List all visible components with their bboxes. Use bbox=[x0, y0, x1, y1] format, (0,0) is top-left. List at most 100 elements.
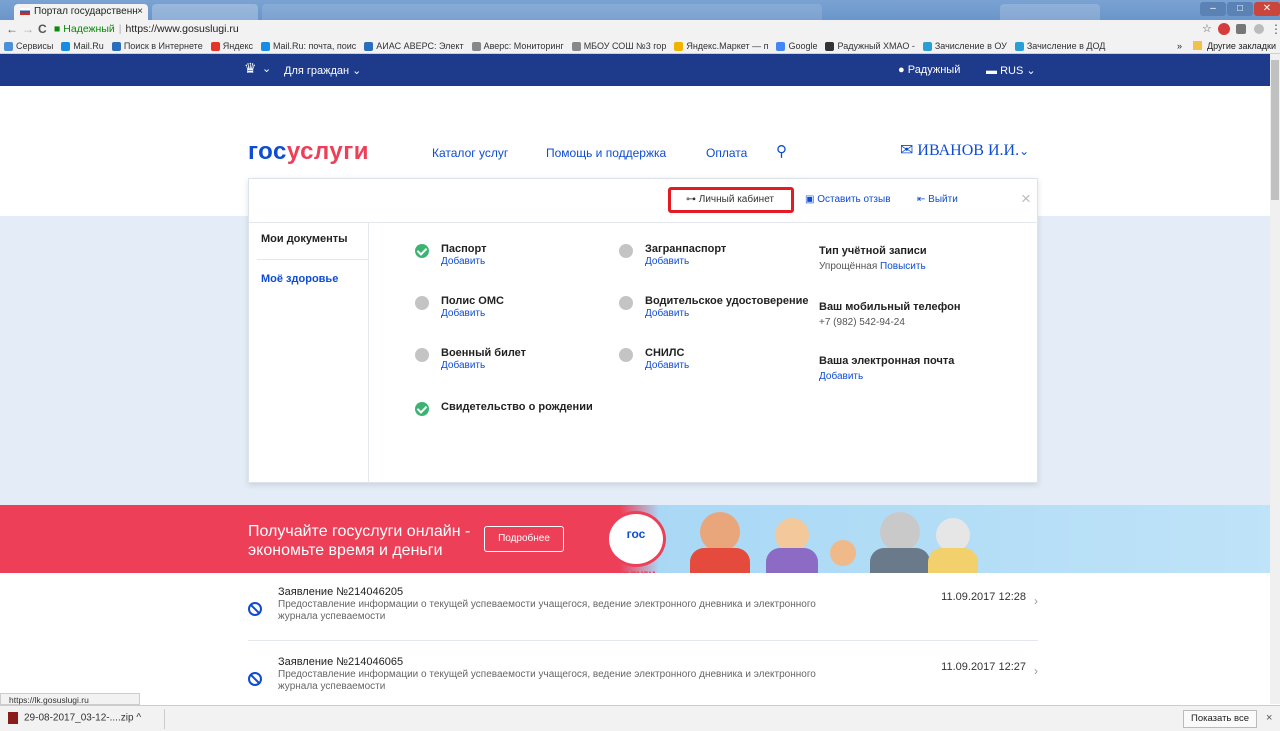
downloads-close-icon[interactable]: × bbox=[1266, 712, 1272, 724]
add-link[interactable]: Добавить bbox=[645, 256, 689, 267]
panel-close-icon[interactable]: × bbox=[1021, 189, 1031, 209]
chevron-right-icon[interactable]: › bbox=[1034, 594, 1038, 608]
person-illustration bbox=[870, 548, 930, 573]
browser-tab-inactive[interactable] bbox=[152, 4, 258, 20]
menu-icon[interactable]: ⋮ bbox=[1270, 20, 1280, 38]
status-dot-icon bbox=[619, 348, 633, 362]
minimize-icon[interactable]: – bbox=[1200, 2, 1226, 16]
archive-icon bbox=[8, 712, 18, 724]
phone-label: Ваш мобильный телефон bbox=[819, 301, 961, 313]
leave-feedback-link[interactable]: ▣ Оставить отзыв bbox=[805, 194, 891, 205]
chevron-down-icon[interactable]: ⌄ bbox=[262, 62, 271, 75]
bookmark-item[interactable]: Поиск в Интернете bbox=[111, 38, 203, 53]
upgrade-link[interactable]: Повысить bbox=[880, 261, 926, 272]
folder-icon bbox=[1192, 41, 1202, 50]
status-dot-icon bbox=[415, 348, 429, 362]
chevron-down-icon: ⌄ bbox=[1019, 144, 1030, 158]
extension-icon[interactable] bbox=[1254, 24, 1264, 34]
language-selector[interactable]: ▬ RUS ⌄ bbox=[986, 64, 1036, 77]
bookmark-item[interactable]: Яндекс.Маркет — п bbox=[674, 38, 768, 53]
bookmarks-right: » Другие закладки bbox=[1177, 38, 1276, 53]
lock-icon: ■ bbox=[54, 23, 61, 35]
scrollbar-thumb[interactable] bbox=[1271, 60, 1279, 200]
search-icon[interactable]: ⚲ bbox=[776, 142, 787, 160]
add-link[interactable]: Добавить bbox=[645, 308, 689, 319]
bookmark-item[interactable]: Яндекс bbox=[210, 38, 253, 53]
application-row[interactable]: Заявление №214046205 Предоставление инфо… bbox=[248, 586, 1038, 646]
person-illustration bbox=[830, 540, 856, 566]
application-date: 11.09.2017 12:28 bbox=[941, 591, 1026, 603]
phone-value: +7 (982) 542-94-24 bbox=[819, 317, 905, 328]
add-link[interactable]: Добавить bbox=[441, 256, 485, 267]
address-bar: ← → C ■ Надежный | https://www.gosuslugi.r… bbox=[0, 20, 1280, 38]
bookmark-item[interactable]: Mail.Ru: почта, поис bbox=[260, 38, 356, 53]
url-text: https://www.gosuslugi.ru bbox=[125, 23, 239, 35]
doc-name: Военный билет bbox=[441, 347, 527, 359]
application-desc: Предоставление информации о текущей успе… bbox=[278, 669, 816, 692]
nav-help[interactable]: Помощь и поддержка bbox=[546, 146, 666, 160]
browser-tab-inactive[interactable] bbox=[1000, 4, 1100, 20]
sidebar-item-health[interactable]: Моё здоровье bbox=[261, 273, 338, 285]
chevron-right-icon[interactable]: › bbox=[1034, 664, 1038, 678]
person-illustration bbox=[700, 512, 740, 552]
browser-tab[interactable]: Портал государственн × bbox=[14, 4, 148, 20]
other-bookmarks[interactable]: Другие закладки bbox=[1207, 41, 1276, 51]
for-citizens-menu[interactable]: Для граждан ⌄ bbox=[284, 64, 361, 77]
maximize-icon[interactable]: □ bbox=[1227, 2, 1253, 16]
extension-icon[interactable] bbox=[1236, 24, 1246, 34]
person-illustration bbox=[928, 548, 978, 573]
show-all-button[interactable]: Показать все bbox=[1183, 710, 1257, 728]
location-selector[interactable]: ● Радужный bbox=[898, 64, 960, 76]
status-dot-icon bbox=[619, 244, 633, 258]
doc-name: СНИЛС bbox=[645, 347, 685, 359]
bookmark-item[interactable]: Аверс: Мониторинг bbox=[471, 38, 564, 53]
reload-icon[interactable]: C bbox=[38, 20, 47, 38]
bookmarks-more[interactable]: » bbox=[1177, 41, 1182, 51]
bookmark-item[interactable]: Радужный ХМАО - bbox=[825, 38, 915, 53]
add-link[interactable]: Добавить bbox=[441, 360, 485, 371]
bookmark-item[interactable]: Mail.Ru bbox=[61, 38, 104, 53]
gosuslugi-logo[interactable]: госуслуги bbox=[248, 138, 369, 166]
nav-payment[interactable]: Оплата bbox=[706, 146, 747, 160]
add-link[interactable]: Добавить bbox=[645, 360, 689, 371]
extension-icon[interactable] bbox=[1218, 23, 1230, 35]
bookmark-item[interactable]: АИАС АВЕРС: Элект bbox=[364, 38, 464, 53]
application-row[interactable]: Заявление №214046065 Предоставление инфо… bbox=[248, 656, 1038, 696]
bookmark-item[interactable]: Зачисление в ДОД bbox=[1014, 38, 1105, 53]
application-title: Заявление №214046205 bbox=[278, 586, 404, 598]
application-desc: Предоставление информации о текущей успе… bbox=[278, 599, 816, 622]
bookmark-item[interactable]: Зачисление в ОУ bbox=[922, 38, 1007, 53]
logout-link[interactable]: ⇤ Выйти bbox=[917, 194, 958, 205]
person-illustration bbox=[880, 512, 920, 552]
logo-part-1: гос bbox=[248, 138, 287, 165]
user-dropdown-panel: ⊶ Личный кабинет ▣ Оставить отзыв ⇤ Выйт… bbox=[248, 178, 1039, 483]
bookmark-item[interactable]: Сервисы bbox=[4, 38, 53, 53]
email-add-link[interactable]: Добавить bbox=[819, 371, 863, 382]
banner-more-button[interactable]: Подробнее bbox=[484, 526, 564, 552]
url-field[interactable]: ■ Надежный | https://www.gosuslugi.ru bbox=[54, 22, 1204, 36]
add-link[interactable]: Добавить bbox=[441, 308, 485, 319]
bookmark-item[interactable]: МБОУ СОШ №3 гор bbox=[571, 38, 666, 53]
downloads-bar: 29-08-2017_03-12-....zip ^ Показать все … bbox=[0, 705, 1280, 731]
banner-logo: госуслуги bbox=[606, 511, 666, 581]
panel-sidebar: Мои документы Моё здоровье bbox=[249, 223, 369, 483]
forward-icon[interactable]: → bbox=[22, 20, 34, 38]
back-icon[interactable]: ← bbox=[6, 20, 18, 38]
bookmark-item[interactable]: Google bbox=[776, 38, 817, 53]
emblem-icon[interactable]: ♛ bbox=[244, 60, 257, 77]
sidebar-item-documents[interactable]: Мои документы bbox=[261, 233, 348, 245]
window-close-icon[interactable]: ✕ bbox=[1254, 2, 1280, 16]
user-menu[interactable]: ✉ ИВАНОВ И.И.⌄ bbox=[900, 140, 1029, 160]
star-icon[interactable]: ☆ bbox=[1202, 20, 1212, 38]
nav-catalog[interactable]: Каталог услуг bbox=[432, 146, 508, 160]
bookmarks-list: Сервисы Mail.Ru Поиск в Интернете Яндекс Mai… bbox=[4, 38, 1113, 53]
check-icon bbox=[415, 402, 429, 416]
chevron-up-icon[interactable]: ^ bbox=[136, 713, 141, 724]
for-citizens-label: Для граждан bbox=[284, 65, 350, 77]
person-illustration bbox=[936, 518, 970, 552]
mail-icon: ✉ bbox=[900, 142, 914, 159]
personal-cabinet-link[interactable]: ⊶ Личный кабинет bbox=[686, 194, 774, 205]
download-item[interactable]: 29-08-2017_03-12-....zip ^ bbox=[8, 712, 141, 724]
user-name: ИВАНОВ И.И. bbox=[917, 142, 1020, 159]
tab-close-icon[interactable]: × bbox=[137, 4, 143, 20]
